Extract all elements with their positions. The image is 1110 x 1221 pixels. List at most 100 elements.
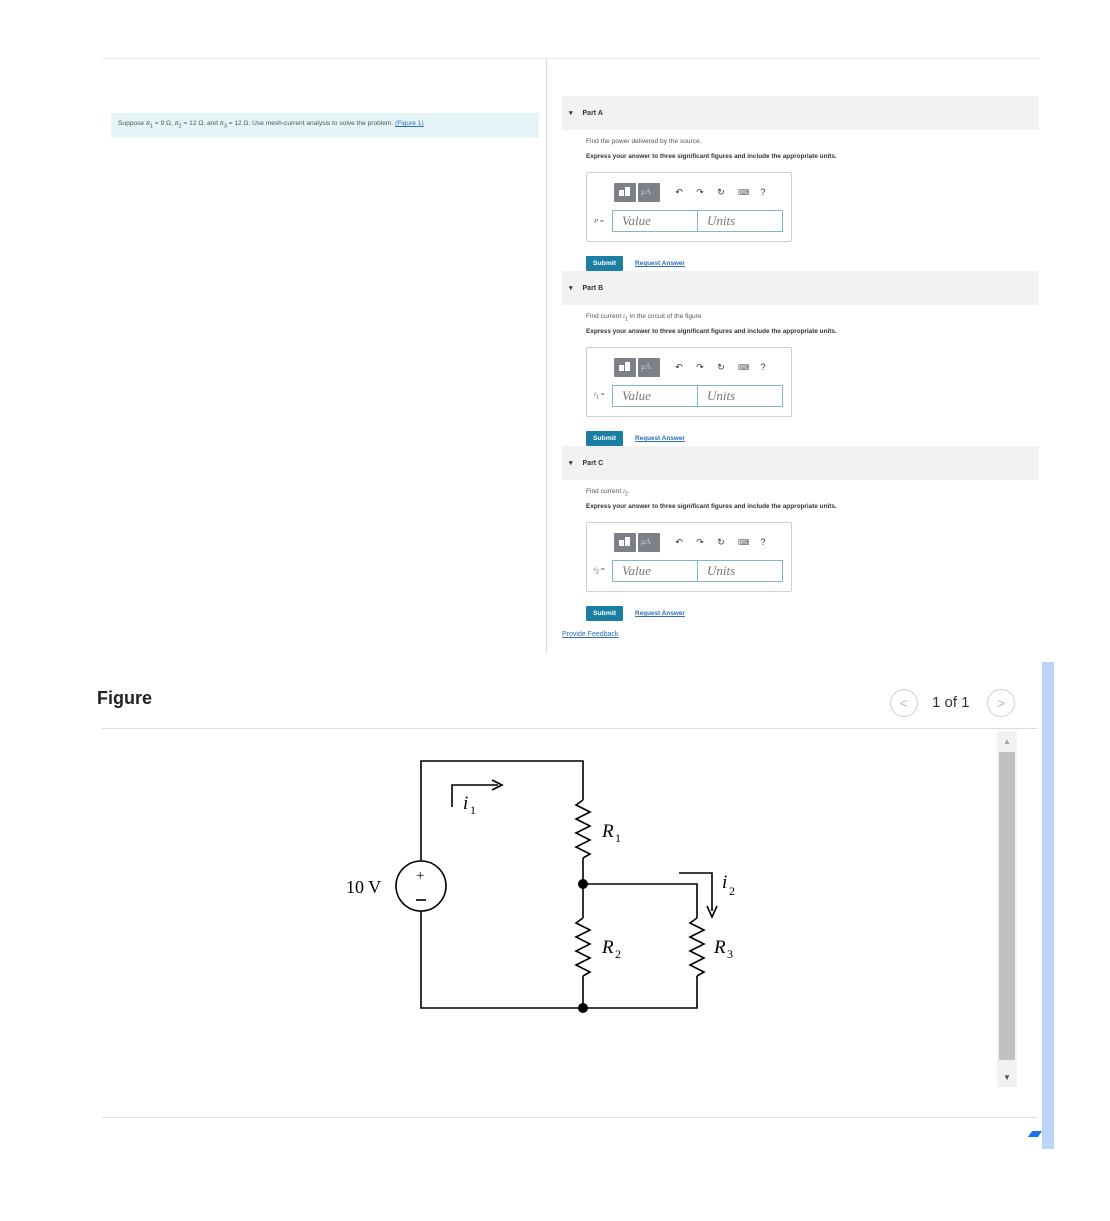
chevron-right-icon: >	[996, 695, 1006, 711]
i2-subscript: 2	[729, 884, 735, 898]
templates-icon[interactable]	[614, 532, 636, 552]
circuit-diagram: + 10 V i 1 R 1 R 2 R 3 i 2	[346, 760, 735, 1013]
redo-icon[interactable]: ↷	[696, 362, 704, 373]
next-figure-button[interactable]: >	[987, 689, 1015, 717]
figure-divider-bottom	[102, 1117, 1037, 1118]
part-a-answer-box: μA ↶ ↷ ↻ ⌨ ? P =	[586, 172, 792, 242]
r1-label: R	[601, 821, 614, 842]
resistor-r2	[574, 917, 592, 977]
request-answer-link[interactable]: Request Answer	[635, 260, 685, 267]
answer-row: i2 =	[594, 560, 783, 582]
node-dot-middle	[578, 879, 588, 889]
scrollbar-thumb[interactable]	[999, 752, 1015, 1060]
resistor-r1	[574, 799, 592, 859]
mu-units-icon[interactable]: μA	[638, 357, 660, 377]
provide-feedback-link[interactable]: Provide Feedback	[562, 631, 618, 638]
answer-row: P =	[594, 210, 783, 232]
resistor-r3	[688, 917, 706, 977]
wire-bottom-left	[420, 907, 584, 1009]
reset-icon[interactable]: ↻	[717, 537, 725, 548]
math-toolbar: μA ↶ ↷ ↻ ⌨ ?	[614, 532, 767, 552]
r1-value: = 9 Ω,	[152, 120, 175, 127]
scroll-up-arrow-icon[interactable]: ▲	[997, 732, 1017, 750]
part-b: ▾ Part B Find current i1 in the circuit …	[562, 271, 1039, 446]
redo-icon[interactable]: ↷	[696, 187, 704, 198]
source-voltage-label: 10 V	[346, 877, 381, 897]
value-input[interactable]	[612, 210, 698, 232]
request-answer-link[interactable]: Request Answer	[635, 435, 685, 442]
help-icon[interactable]: ?	[759, 187, 767, 197]
part-b-question: Find current i1 in the circuit of the fi…	[586, 313, 702, 323]
part-c-answer-box: μA ↶ ↷ ↻ ⌨ ? i2 =	[586, 522, 792, 592]
submit-button[interactable]: Submit	[586, 431, 624, 446]
undo-icon[interactable]: ↶	[675, 362, 683, 373]
math-toolbar: μA ↶ ↷ ↻ ⌨ ?	[614, 357, 767, 377]
chevron-left-icon: <	[899, 695, 909, 711]
keyboard-icon[interactable]: ⌨	[738, 363, 750, 372]
templates-icon[interactable]	[614, 182, 636, 202]
part-c: ▾ Part C Find current i2. Express your a…	[562, 446, 1039, 621]
part-b-header[interactable]: ▾ Part B	[562, 271, 1039, 305]
part-c-header[interactable]: ▾ Part C	[562, 446, 1039, 480]
request-answer-link[interactable]: Request Answer	[635, 610, 685, 617]
collapse-triangle-icon[interactable]: ▾	[569, 109, 573, 117]
source-plus-sign: +	[416, 868, 424, 884]
part-b-answer-box: μA ↶ ↷ ↻ ⌨ ? i1 =	[586, 347, 792, 417]
answer-row: i1 =	[594, 385, 783, 407]
problem-text: Suppose	[118, 120, 146, 127]
keyboard-icon[interactable]: ⌨	[738, 188, 750, 197]
value-input[interactable]	[612, 560, 698, 582]
part-a-instruction: Express your answer to three significant…	[586, 153, 837, 160]
units-input[interactable]	[697, 385, 783, 407]
part-c-question: Find current i2.	[586, 488, 630, 498]
previous-figure-button[interactable]: <	[890, 689, 918, 717]
part-a-header[interactable]: ▾ Part A	[562, 96, 1039, 130]
scroll-down-arrow-icon[interactable]: ▼	[997, 1068, 1017, 1086]
r1-label-subscript: 1	[615, 831, 621, 845]
part-a-title: Part A	[582, 109, 603, 117]
figure-link[interactable]: (Figure 1)	[395, 120, 424, 127]
help-icon[interactable]: ?	[759, 362, 767, 372]
r2-value: = 12 Ω, and	[181, 120, 220, 127]
collapse-triangle-icon[interactable]: ▾	[569, 459, 573, 467]
part-c-actions: Submit Request Answer	[586, 606, 1039, 621]
redo-icon[interactable]: ↷	[696, 537, 704, 548]
undo-icon[interactable]: ↶	[675, 187, 683, 198]
figure-divider-top	[102, 728, 1037, 729]
part-c-instruction: Express your answer to three significant…	[586, 503, 837, 510]
submit-button[interactable]: Submit	[586, 606, 624, 621]
part-a: ▾ Part A Find the power delivered by the…	[562, 96, 1039, 271]
question-text: Find the power delivered by the source.	[586, 138, 702, 145]
part-b-actions: Submit Request Answer	[586, 431, 1039, 446]
undo-icon[interactable]: ↶	[675, 537, 683, 548]
templates-icon[interactable]	[614, 357, 636, 377]
keyboard-icon[interactable]: ⌨	[738, 538, 750, 547]
i2-label: i	[722, 872, 727, 893]
mu-units-icon[interactable]: μA	[638, 182, 660, 202]
corner-marker-icon	[1027, 1131, 1043, 1137]
math-toolbar: μA ↶ ↷ ↻ ⌨ ?	[614, 182, 767, 202]
i1-label: i	[463, 793, 468, 814]
figure-page-count: 1 of 1	[932, 694, 970, 711]
help-icon[interactable]: ?	[759, 537, 767, 547]
variable-label: i2 =	[594, 566, 605, 576]
figure-title: Figure	[97, 688, 153, 708]
problem-statement: Suppose R1 = 9 Ω, R2 = 12 Ω, and R3 = 12…	[111, 113, 539, 138]
wire-top-right	[583, 883, 698, 918]
part-a-actions: Submit Request Answer	[586, 256, 1039, 271]
reset-icon[interactable]: ↻	[717, 362, 725, 373]
mu-units-icon[interactable]: μA	[638, 532, 660, 552]
reset-icon[interactable]: ↻	[717, 187, 725, 198]
value-input[interactable]	[612, 385, 698, 407]
submit-button[interactable]: Submit	[586, 256, 624, 271]
variable-label: i1 =	[594, 391, 605, 401]
part-a-question: Find the power delivered by the source.	[586, 138, 1039, 147]
r2-label: R	[601, 937, 614, 958]
units-input[interactable]	[697, 560, 783, 582]
collapse-triangle-icon[interactable]: ▾	[569, 284, 573, 292]
node-dot-bottom	[578, 1003, 588, 1013]
column-divider	[546, 58, 547, 654]
resize-handle[interactable]	[1042, 662, 1054, 1149]
variable-label: P =	[594, 217, 604, 225]
units-input[interactable]	[697, 210, 783, 232]
